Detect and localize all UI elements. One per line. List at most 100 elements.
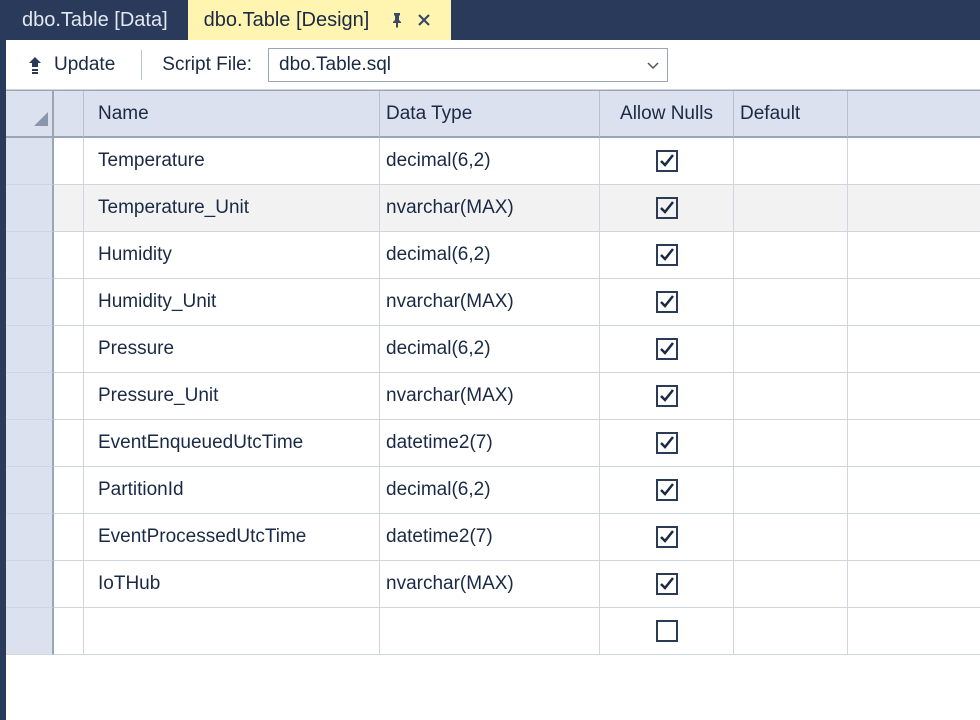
- header-data-type[interactable]: Data Type: [380, 91, 600, 138]
- row-header[interactable]: [6, 185, 54, 232]
- tab-label: dbo.Table [Design]: [204, 9, 370, 32]
- checkbox[interactable]: [656, 620, 678, 642]
- cell-data-type[interactable]: nvarchar(MAX): [380, 373, 600, 420]
- cell-allow-nulls[interactable]: [600, 279, 734, 326]
- row-header[interactable]: [6, 561, 54, 608]
- row-header[interactable]: [6, 608, 54, 655]
- select-all-corner[interactable]: [6, 91, 54, 138]
- row-marker: [54, 232, 84, 279]
- cell-data-type[interactable]: decimal(6,2): [380, 232, 600, 279]
- checkbox[interactable]: [656, 244, 678, 266]
- cell-default[interactable]: [734, 420, 848, 467]
- pin-icon[interactable]: [389, 12, 405, 28]
- table-row[interactable]: PartitionIddecimal(6,2): [6, 467, 980, 514]
- cell-default[interactable]: [734, 514, 848, 561]
- cell-name[interactable]: IoTHub: [84, 561, 380, 608]
- table-row[interactable]: Humiditydecimal(6,2): [6, 232, 980, 279]
- checkbox[interactable]: [656, 291, 678, 313]
- cell-name[interactable]: Pressure: [84, 326, 380, 373]
- row-header[interactable]: [6, 326, 54, 373]
- row-marker: [54, 326, 84, 373]
- table-row[interactable]: EventEnqueuedUtcTimedatetime2(7): [6, 420, 980, 467]
- cell-name[interactable]: Temperature: [84, 138, 380, 185]
- cell-data-type[interactable]: decimal(6,2): [380, 326, 600, 373]
- triangle-icon: [34, 110, 48, 132]
- cell-data-type[interactable]: decimal(6,2): [380, 138, 600, 185]
- row-header[interactable]: [6, 420, 54, 467]
- checkbox[interactable]: [656, 150, 678, 172]
- row-marker: [54, 561, 84, 608]
- checkbox[interactable]: [656, 573, 678, 595]
- cell-name[interactable]: [84, 608, 380, 655]
- cell-allow-nulls[interactable]: [600, 373, 734, 420]
- table-row[interactable]: Temperaturedecimal(6,2): [6, 138, 980, 185]
- row-header[interactable]: [6, 279, 54, 326]
- cell-fill: [848, 326, 980, 373]
- checkbox[interactable]: [656, 526, 678, 548]
- checkbox[interactable]: [656, 197, 678, 219]
- table-row[interactable]: [6, 608, 980, 655]
- header-default[interactable]: Default: [734, 91, 848, 138]
- cell-data-type[interactable]: datetime2(7): [380, 514, 600, 561]
- cell-data-type[interactable]: datetime2(7): [380, 420, 600, 467]
- header-allow-nulls[interactable]: Allow Nulls: [600, 91, 734, 138]
- table-row[interactable]: Pressure_Unitnvarchar(MAX): [6, 373, 980, 420]
- row-header[interactable]: [6, 138, 54, 185]
- checkbox[interactable]: [656, 338, 678, 360]
- row-header[interactable]: [6, 373, 54, 420]
- cell-allow-nulls[interactable]: [600, 561, 734, 608]
- header-fill: [848, 91, 980, 138]
- cell-data-type[interactable]: nvarchar(MAX): [380, 279, 600, 326]
- cell-data-type[interactable]: nvarchar(MAX): [380, 185, 600, 232]
- update-button[interactable]: Update: [16, 50, 125, 80]
- row-header[interactable]: [6, 232, 54, 279]
- cell-allow-nulls[interactable]: [600, 420, 734, 467]
- cell-fill: [848, 467, 980, 514]
- cell-allow-nulls[interactable]: [600, 326, 734, 373]
- tab-data[interactable]: dbo.Table [Data]: [6, 0, 188, 40]
- cell-default[interactable]: [734, 373, 848, 420]
- checkbox[interactable]: [656, 479, 678, 501]
- cell-name[interactable]: Humidity_Unit: [84, 279, 380, 326]
- cell-fill: [848, 514, 980, 561]
- cell-default[interactable]: [734, 608, 848, 655]
- cell-allow-nulls[interactable]: [600, 185, 734, 232]
- checkbox[interactable]: [656, 432, 678, 454]
- cell-fill: [848, 279, 980, 326]
- cell-default[interactable]: [734, 232, 848, 279]
- cell-fill: [848, 420, 980, 467]
- cell-allow-nulls[interactable]: [600, 232, 734, 279]
- cell-default[interactable]: [734, 138, 848, 185]
- cell-name[interactable]: Humidity: [84, 232, 380, 279]
- cell-name[interactable]: PartitionId: [84, 467, 380, 514]
- table-row[interactable]: Temperature_Unitnvarchar(MAX): [6, 185, 980, 232]
- cell-default[interactable]: [734, 561, 848, 608]
- row-header[interactable]: [6, 467, 54, 514]
- cell-name[interactable]: Pressure_Unit: [84, 373, 380, 420]
- cell-data-type[interactable]: decimal(6,2): [380, 467, 600, 514]
- cell-name[interactable]: EventEnqueuedUtcTime: [84, 420, 380, 467]
- cell-default[interactable]: [734, 326, 848, 373]
- cell-name[interactable]: EventProcessedUtcTime: [84, 514, 380, 561]
- cell-default[interactable]: [734, 185, 848, 232]
- header-name[interactable]: Name: [84, 91, 380, 138]
- checkbox[interactable]: [656, 385, 678, 407]
- table-row[interactable]: Pressuredecimal(6,2): [6, 326, 980, 373]
- cell-default[interactable]: [734, 467, 848, 514]
- cell-name[interactable]: Temperature_Unit: [84, 185, 380, 232]
- cell-allow-nulls[interactable]: [600, 608, 734, 655]
- table-row[interactable]: Humidity_Unitnvarchar(MAX): [6, 279, 980, 326]
- cell-allow-nulls[interactable]: [600, 514, 734, 561]
- table-row[interactable]: IoTHubnvarchar(MAX): [6, 561, 980, 608]
- cell-allow-nulls[interactable]: [600, 138, 734, 185]
- table-row[interactable]: EventProcessedUtcTimedatetime2(7): [6, 514, 980, 561]
- cell-default[interactable]: [734, 279, 848, 326]
- tab-design[interactable]: dbo.Table [Design]: [188, 0, 452, 40]
- cell-data-type[interactable]: [380, 608, 600, 655]
- script-file-select[interactable]: dbo.Table.sql: [268, 48, 668, 82]
- cell-allow-nulls[interactable]: [600, 467, 734, 514]
- row-header[interactable]: [6, 514, 54, 561]
- cell-data-type[interactable]: nvarchar(MAX): [380, 561, 600, 608]
- close-icon[interactable]: [417, 13, 431, 27]
- update-label: Update: [54, 54, 115, 76]
